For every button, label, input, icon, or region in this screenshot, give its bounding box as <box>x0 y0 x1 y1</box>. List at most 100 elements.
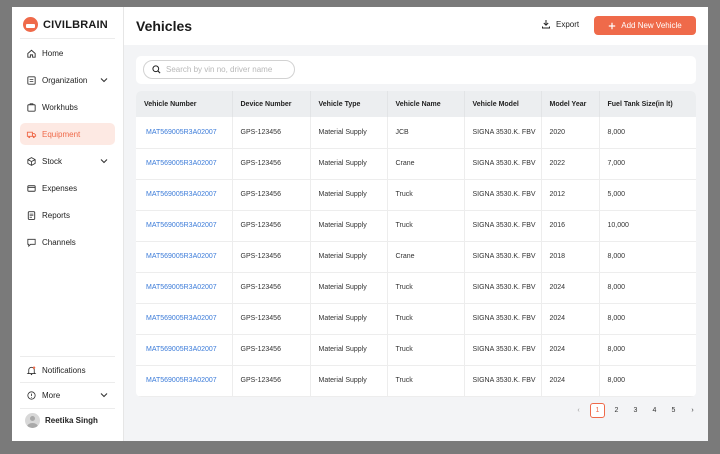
sidebar-item-organization[interactable]: Organization <box>20 69 115 91</box>
notifications-label: Notifications <box>42 365 86 375</box>
sidebar-item-reports[interactable]: Reports <box>20 204 115 226</box>
download-icon <box>542 20 550 29</box>
table-cell: 5,000 <box>599 179 696 211</box>
user-profile[interactable]: Reetika Singh <box>25 413 98 428</box>
table-cell: GPS-123456 <box>232 334 311 366</box>
table-row[interactable]: MAT569005R3A02007 GPS-123456 Material Supp… <box>136 210 696 242</box>
table-cell: Truck <box>387 179 465 211</box>
search-input[interactable] <box>166 65 291 74</box>
table-row[interactable]: MAT569005R3A02007 GPS-123456 Material Supp… <box>136 334 696 366</box>
column-header[interactable]: Vehicle Model <box>464 91 542 117</box>
vehicle-number-link[interactable]: MAT569005R3A02007 <box>136 334 233 366</box>
logo: CIVILBRAIN <box>23 17 108 32</box>
column-header[interactable]: Model Year <box>541 91 600 117</box>
table-cell: SIGNA 3530.K. FBV <box>464 148 542 180</box>
table-cell: Material Supply <box>310 148 388 180</box>
vehicle-number-link[interactable]: MAT569005R3A02007 <box>136 148 233 180</box>
page-3-button[interactable]: 3 <box>628 403 643 418</box>
table-header-row: Vehicle Number Device Number Vehicle Type V… <box>136 91 696 117</box>
chevron-right-icon[interactable]: › <box>685 403 700 418</box>
page-4-button[interactable]: 4 <box>647 403 662 418</box>
pagination: ‹ 1 2 3 4 5 › <box>571 403 700 418</box>
table-cell: Truck <box>387 365 465 397</box>
vehicle-number-link[interactable]: MAT569005R3A02007 <box>136 303 233 335</box>
table-cell: 2024 <box>541 303 600 335</box>
chevron-down-icon[interactable] <box>99 390 109 400</box>
table-cell: SIGNA 3530.K. FBV <box>464 334 542 366</box>
table-cell: 10,000 <box>599 210 696 242</box>
vehicle-number-link[interactable]: MAT569005R3A02007 <box>136 117 233 149</box>
column-header[interactable]: Vehicle Number <box>136 91 233 117</box>
page-2-button[interactable]: 2 <box>609 403 624 418</box>
vehicle-number-link[interactable]: MAT569005R3A02007 <box>136 272 233 304</box>
vehicle-number-link[interactable]: MAT569005R3A02007 <box>136 210 233 242</box>
table-cell: Material Supply <box>310 334 388 366</box>
sidebar-item-home[interactable]: Home <box>20 42 115 64</box>
sidebar-item-notifications[interactable]: Notifications <box>20 359 115 381</box>
divider <box>20 408 115 409</box>
table-cell: 7,000 <box>599 148 696 180</box>
table-row[interactable]: MAT569005R3A02007 GPS-123456 Material Supp… <box>136 117 696 149</box>
truck-icon <box>26 129 37 140</box>
table-cell: 8,000 <box>599 272 696 304</box>
table-cell: 2012 <box>541 179 600 211</box>
search-icon <box>152 65 161 74</box>
table-cell: Material Supply <box>310 179 388 211</box>
column-header[interactable]: Device Number <box>232 91 311 117</box>
more-label: More <box>42 390 61 400</box>
main-content: Vehicles Export Add New Vehicle Search b… <box>124 7 708 441</box>
export-label: Export <box>556 19 580 29</box>
table-row[interactable]: MAT569005R3A02007 GPS-123456 Material Supp… <box>136 365 696 397</box>
vehicle-number-link[interactable]: MAT569005R3A02007 <box>136 241 233 273</box>
search-box[interactable] <box>143 60 295 79</box>
table-row[interactable]: MAT569005R3A02007 GPS-123456 Material Supp… <box>136 241 696 273</box>
chevron-left-icon[interactable]: ‹ <box>571 403 586 418</box>
table-cell: GPS-123456 <box>232 117 311 149</box>
add-new-vehicle-button[interactable]: Add New Vehicle <box>594 16 696 35</box>
column-header[interactable]: Fuel Tank Size(in lt) <box>599 91 696 117</box>
sidebar-bottom-more: More <box>20 384 115 411</box>
sidebar-item-label: Expenses <box>42 183 78 193</box>
table-body: MAT569005R3A02007 GPS-123456 Material Supp… <box>136 117 696 397</box>
table-cell: Truck <box>387 334 465 366</box>
sidebar-item-workhubs[interactable]: Workhubs <box>20 96 115 118</box>
divider <box>20 38 115 39</box>
sidebar-item-equipment[interactable]: Equipment <box>20 123 115 145</box>
vehicle-number-link[interactable]: MAT569005R3A02007 <box>136 179 233 211</box>
stock-icon <box>26 156 37 167</box>
table-row[interactable]: MAT569005R3A02007 GPS-123456 Material Supp… <box>136 179 696 211</box>
home-icon <box>26 48 37 59</box>
divider <box>20 382 115 383</box>
table-row[interactable]: MAT569005R3A02007 GPS-123456 Material Supp… <box>136 303 696 335</box>
column-header[interactable]: Vehicle Type <box>310 91 388 117</box>
table-cell: GPS-123456 <box>232 272 311 304</box>
page-5-button[interactable]: 5 <box>666 403 681 418</box>
chevron-down-icon[interactable] <box>99 156 109 166</box>
table-cell: 2020 <box>541 117 600 149</box>
sidebar-item-channels[interactable]: Channels <box>20 231 115 253</box>
logo-text: CIVILBRAIN <box>43 18 108 31</box>
export-button[interactable]: Export <box>541 19 579 29</box>
organization-icon <box>26 75 37 86</box>
table-cell: Material Supply <box>310 210 388 242</box>
sidebar-item-expenses[interactable]: Expenses <box>20 177 115 199</box>
chevron-down-icon[interactable] <box>99 75 109 85</box>
table-cell: JCB <box>387 117 465 149</box>
column-header[interactable]: Vehicle Name <box>387 91 465 117</box>
add-new-vehicle-label: Add New Vehicle <box>621 21 682 30</box>
divider <box>20 356 115 357</box>
sidebar-item-stock[interactable]: Stock <box>20 150 115 172</box>
bell-icon <box>26 365 37 376</box>
vehicle-number-link[interactable]: MAT569005R3A02007 <box>136 365 233 397</box>
page-1-button[interactable]: 1 <box>590 403 605 418</box>
reports-icon <box>26 210 37 221</box>
table-row[interactable]: MAT569005R3A02007 GPS-123456 Material Supp… <box>136 272 696 304</box>
sidebar-item-label: Stock <box>42 156 63 166</box>
table-cell: Truck <box>387 272 465 304</box>
sidebar-item-more[interactable]: More <box>20 384 115 406</box>
table-cell: Material Supply <box>310 241 388 273</box>
page-header: Vehicles Export Add New Vehicle <box>124 7 708 45</box>
table-cell: SIGNA 3530.K. FBV <box>464 117 542 149</box>
table-cell: GPS-123456 <box>232 179 311 211</box>
table-row[interactable]: MAT569005R3A02007 GPS-123456 Material Supp… <box>136 148 696 180</box>
